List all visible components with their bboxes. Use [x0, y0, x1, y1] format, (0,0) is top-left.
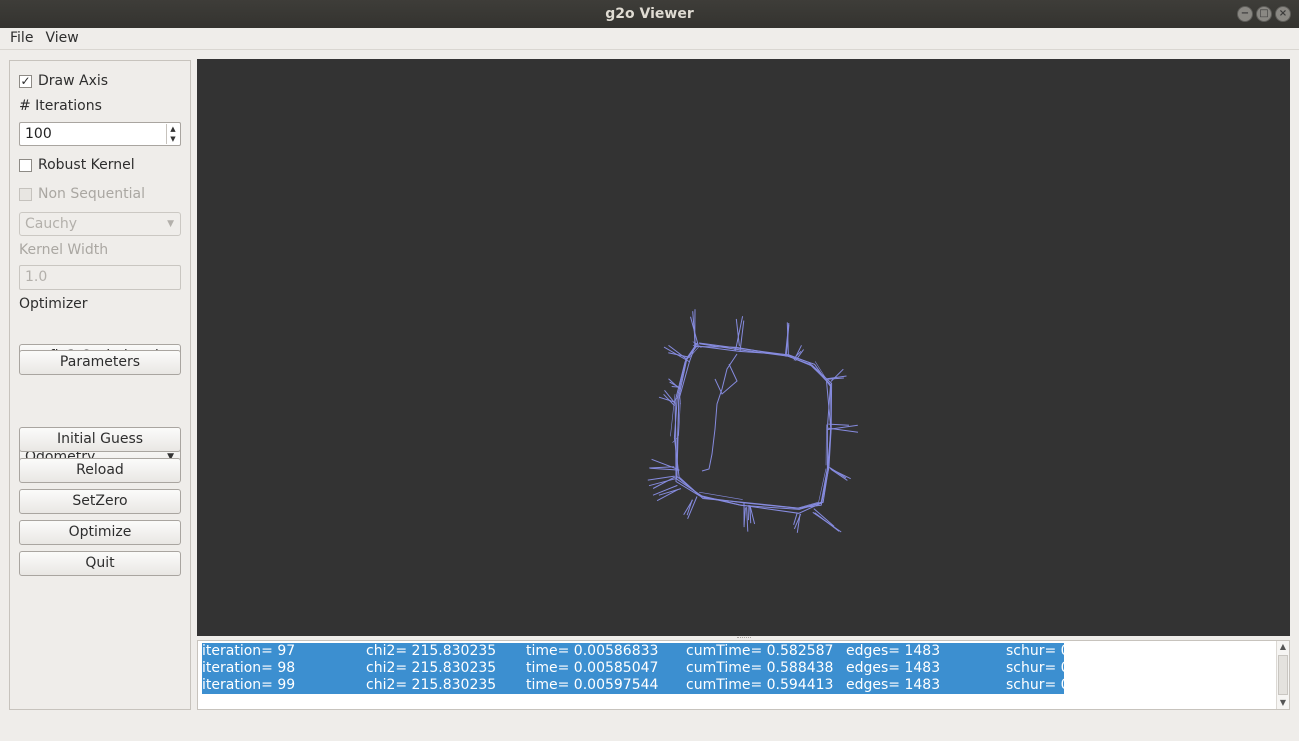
- close-icon[interactable]: ×: [1275, 6, 1291, 22]
- log-field-iteration: iteration= 98: [202, 660, 296, 676]
- log-field-chi2: chi2= 215.830235: [366, 677, 497, 693]
- log-field-cumtime: cumTime= 0.588438: [686, 660, 834, 676]
- log-field-cumtime: cumTime= 0.594413: [686, 677, 834, 693]
- draw-axis-label: Draw Axis: [38, 73, 109, 89]
- menu-file[interactable]: File: [4, 28, 39, 49]
- iterations-value: 100: [25, 126, 52, 142]
- optimizer-label: Optimizer: [19, 296, 88, 312]
- draw-axis-checkbox[interactable]: ✓ Draw Axis: [19, 71, 181, 91]
- checkbox-icon[interactable]: [19, 187, 32, 201]
- log-field-schur: schur= 0: [1006, 677, 1070, 693]
- chevron-down-icon: ▼: [167, 219, 174, 229]
- log-field-chi2: chi2= 215.830235: [366, 643, 497, 659]
- parameters-button[interactable]: Parameters: [19, 350, 181, 375]
- log-field-cumtime: cumTime= 0.582587: [686, 643, 834, 659]
- output-log[interactable]: iteration= 97 chi2= 215.830235 time= 0.005…: [197, 640, 1290, 710]
- pose-graph-canvas: [647, 309, 859, 533]
- optimize-button[interactable]: Optimize: [19, 520, 181, 545]
- iterations-label: # Iterations: [19, 98, 102, 114]
- log-field-time: time= 0.00586833: [526, 643, 659, 659]
- graph-viewport[interactable]: [197, 59, 1290, 636]
- log-field-edges: edges= 1483: [846, 660, 941, 676]
- kernel-width-placeholder: 1.0: [25, 269, 48, 285]
- log-field-iteration: iteration= 99: [202, 677, 296, 693]
- initial-guess-button[interactable]: Initial Guess: [19, 427, 181, 452]
- window-title: g2o Viewer: [605, 6, 694, 22]
- maximize-icon[interactable]: □: [1256, 6, 1272, 22]
- non-sequential-checkbox[interactable]: Non Sequential: [19, 184, 181, 204]
- log-field-edges: edges= 1483: [846, 677, 941, 693]
- log-line[interactable]: iteration= 97 chi2= 215.830235 time= 0.005…: [202, 643, 1070, 660]
- kernel-width-label: Kernel Width: [19, 242, 109, 258]
- quit-button[interactable]: Quit: [19, 551, 181, 576]
- log-line[interactable]: iteration= 99 chi2= 215.830235 time= 0.005…: [202, 677, 1070, 694]
- log-field-time: time= 0.00597544: [526, 677, 659, 693]
- menu-view[interactable]: View: [39, 28, 84, 49]
- pose-graph: [647, 309, 859, 533]
- kernel-width-field[interactable]: 1.0: [19, 265, 181, 290]
- log-field-time: time= 0.00585047: [526, 660, 659, 676]
- non-sequential-label: Non Sequential: [38, 186, 145, 202]
- checkbox-icon[interactable]: [19, 158, 32, 172]
- menubar: File View: [0, 28, 1299, 50]
- setzero-button[interactable]: SetZero: [19, 489, 181, 514]
- iterations-spinbox[interactable]: 100 ▲ ▼: [19, 122, 181, 146]
- log-scrollbar[interactable]: ▲ ▼: [1276, 641, 1289, 709]
- window-controls: − □ ×: [1237, 6, 1291, 22]
- scroll-thumb[interactable]: [1278, 655, 1288, 695]
- log-field-chi2: chi2= 215.830235: [366, 660, 497, 676]
- kernel-select-value: Cauchy: [25, 216, 78, 232]
- robust-kernel-label: Robust Kernel: [38, 157, 135, 173]
- minimize-icon[interactable]: −: [1237, 6, 1253, 22]
- window-titlebar: g2o Viewer − □ ×: [0, 0, 1299, 28]
- reload-button[interactable]: Reload: [19, 458, 181, 483]
- grip-icon: [737, 637, 751, 639]
- log-line[interactable]: iteration= 98 chi2= 215.830235 time= 0.005…: [202, 660, 1070, 677]
- control-panel: ✓ Draw Axis # Iterations 100 ▲ ▼ Robust K…: [9, 60, 191, 710]
- robust-kernel-checkbox[interactable]: Robust Kernel: [19, 155, 181, 175]
- log-field-schur: schur= 0: [1006, 643, 1070, 659]
- scroll-down-icon[interactable]: ▼: [1277, 697, 1289, 709]
- log-field-edges: edges= 1483: [846, 643, 941, 659]
- kernel-select[interactable]: Cauchy ▼: [19, 212, 181, 236]
- log-field-schur: schur= 0: [1006, 660, 1070, 676]
- checkmark-icon[interactable]: ✓: [19, 74, 32, 88]
- spin-arrows-icon[interactable]: ▲ ▼: [166, 124, 179, 144]
- scroll-up-icon[interactable]: ▲: [1277, 641, 1289, 653]
- log-field-iteration: iteration= 97: [202, 643, 296, 659]
